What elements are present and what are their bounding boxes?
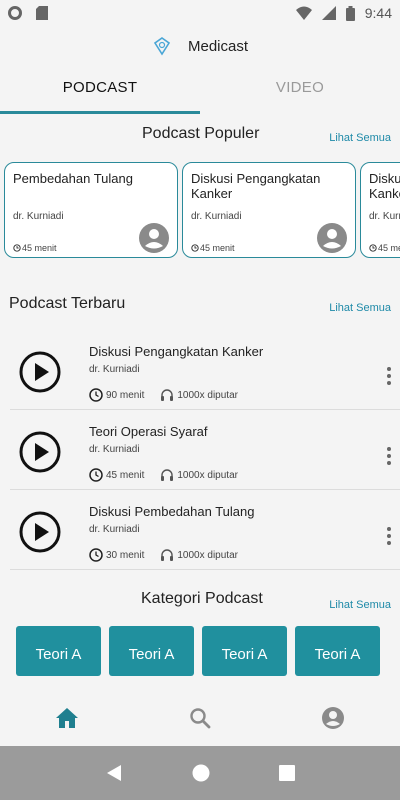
category-carousel[interactable]: Teori A Teori A Teori A Teori A: [16, 626, 400, 676]
circle-notification-icon: [8, 6, 22, 20]
status-bar: 9:44: [0, 0, 400, 26]
headphones-icon: [161, 549, 174, 561]
headphones-icon: [161, 389, 174, 401]
popular-see-all-link[interactable]: Lihat Semua: [329, 132, 391, 144]
app-bar: Medicast: [0, 26, 400, 66]
clock-icon: [89, 548, 103, 562]
popular-card[interactable]: Diskusi Pengangkatan Kanker dr. Kurniadi…: [182, 162, 356, 258]
categories-see-all-link[interactable]: Lihat Semua: [329, 599, 391, 611]
card-title: Diskusi Pengangkatan Kanker: [191, 171, 321, 201]
card-author: dr. Kurniadi: [13, 211, 64, 222]
item-title: Diskusi Pengangkatan Kanker: [89, 344, 264, 359]
item-duration: 30 menit: [106, 549, 145, 561]
item-author: dr. Kurniadi: [89, 524, 140, 535]
card-duration-text: 45 menit: [22, 243, 57, 253]
more-options-icon[interactable]: [386, 526, 392, 546]
category-tile[interactable]: Teori A: [109, 626, 194, 676]
play-button-icon[interactable]: [18, 510, 62, 554]
search-icon[interactable]: [189, 707, 211, 729]
avatar-icon: [139, 223, 169, 253]
item-title: Diskusi Pembedahan Tulang: [89, 504, 255, 519]
item-author: dr. Kurniadi: [89, 364, 140, 375]
popular-card[interactable]: Diskusi Pengangkatan Kanker dr. Kurniadi…: [360, 162, 400, 258]
signal-icon: [321, 6, 336, 20]
popular-card[interactable]: Pembedahan Tulang dr. Kurniadi 45 menit: [4, 162, 178, 258]
tab-podcast[interactable]: PODCAST: [0, 66, 200, 114]
app-logo-icon: [153, 37, 171, 56]
popular-header: Podcast Populer Lihat Semua: [0, 125, 400, 149]
tab-bar: PODCAST VIDEO: [0, 66, 400, 114]
home-icon[interactable]: [55, 707, 79, 729]
item-duration: 45 menit: [106, 469, 145, 481]
latest-see-all-link[interactable]: Lihat Semua: [329, 302, 391, 314]
item-duration: 90 menit: [106, 389, 145, 401]
play-button-icon[interactable]: [18, 430, 62, 474]
category-tile[interactable]: Teori A: [295, 626, 380, 676]
item-meta: 45 menit 1000x diputar: [89, 468, 238, 482]
category-tile[interactable]: Teori A: [202, 626, 287, 676]
battery-icon: [345, 5, 355, 21]
item-meta: 30 menit 1000x diputar: [89, 548, 238, 562]
clock-icon: [191, 244, 199, 252]
latest-header: Podcast Terbaru Lihat Semua: [0, 295, 400, 319]
bottom-nav: [0, 690, 400, 746]
list-item[interactable]: Diskusi Pengangkatan Kanker dr. Kurniadi…: [10, 330, 400, 410]
clock-icon: [369, 244, 377, 252]
play-button-icon[interactable]: [18, 350, 62, 394]
card-author: dr. Kurniadi: [191, 211, 242, 222]
category-tile[interactable]: Teori A: [16, 626, 101, 676]
latest-list: Diskusi Pengangkatan Kanker dr. Kurniadi…: [10, 330, 400, 570]
item-author: dr. Kurniadi: [89, 444, 140, 455]
categories-title: Kategori Podcast: [141, 590, 263, 607]
card-duration: 45 menit: [369, 243, 400, 253]
card-title: Diskusi Pengangkatan Kanker: [369, 171, 400, 201]
latest-title: Podcast Terbaru: [9, 295, 126, 312]
popular-carousel[interactable]: Pembedahan Tulang dr. Kurniadi 45 menit …: [4, 162, 400, 258]
tab-video[interactable]: VIDEO: [200, 66, 400, 114]
more-options-icon[interactable]: [386, 366, 392, 386]
card-title: Pembedahan Tulang: [13, 171, 133, 186]
list-item[interactable]: Diskusi Pembedahan Tulang dr. Kurniadi 3…: [10, 490, 400, 570]
card-duration: 45 menit: [191, 243, 235, 253]
app-title: Medicast: [187, 37, 249, 55]
status-time: 9:44: [364, 5, 392, 21]
popular-title: Podcast Populer: [142, 125, 260, 142]
clock-icon: [89, 468, 103, 482]
item-plays: 1000x diputar: [177, 389, 238, 401]
card-author: dr. Kurniadi: [369, 211, 400, 222]
home-circle-icon[interactable]: [192, 764, 210, 782]
item-title: Teori Operasi Syaraf: [89, 424, 208, 439]
more-options-icon[interactable]: [386, 446, 392, 466]
sd-card-icon: [36, 6, 48, 20]
account-icon[interactable]: [321, 706, 345, 730]
back-icon[interactable]: [105, 764, 123, 782]
categories-header: Kategori Podcast Lihat Semua: [0, 590, 400, 614]
item-plays: 1000x diputar: [177, 549, 238, 561]
wifi-icon: [295, 6, 312, 20]
recents-icon[interactable]: [279, 765, 296, 781]
card-duration-text: 45 menit: [378, 243, 400, 253]
avatar-icon: [317, 223, 347, 253]
card-duration-text: 45 menit: [200, 243, 235, 253]
list-item[interactable]: Teori Operasi Syaraf dr. Kurniadi 45 men…: [10, 410, 400, 490]
headphones-icon: [161, 469, 174, 481]
item-meta: 90 menit 1000x diputar: [89, 388, 238, 402]
system-nav-bar: [0, 746, 400, 800]
clock-icon: [89, 388, 103, 402]
item-plays: 1000x diputar: [177, 469, 238, 481]
card-duration: 45 menit: [13, 243, 57, 253]
clock-icon: [13, 244, 21, 252]
